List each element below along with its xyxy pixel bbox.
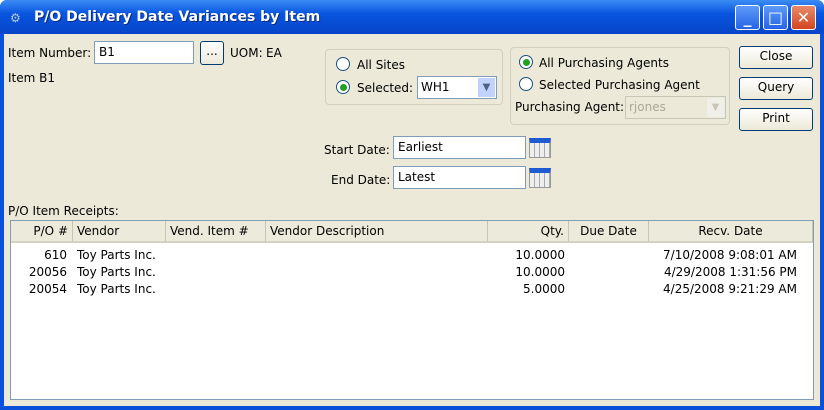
item-number-input[interactable]: B1 [94, 41, 194, 64]
cell-qty: 10.0000 [515, 265, 565, 279]
site-select[interactable]: WH1 ▼ [417, 76, 497, 99]
start-date-input[interactable]: Earliest [393, 136, 526, 159]
all-sites-radio[interactable] [336, 57, 350, 71]
end-date-input[interactable]: Latest [393, 166, 526, 189]
item-lookup-button[interactable]: ... [200, 41, 224, 65]
title-bar: ⚙ P/O Delivery Date Variances by Item _ … [0, 0, 824, 34]
column-header-vendor[interactable]: Vendor [73, 221, 166, 243]
client-area: Item Number: B1 ... UOM: EA Item B1 All … [4, 34, 820, 406]
column-header-qty[interactable]: Qty. [488, 221, 569, 243]
end-date-label: End Date: [331, 173, 391, 187]
cell-vendor: Toy Parts Inc. [77, 248, 156, 262]
uom-value: EA [266, 46, 282, 60]
cell-recv-date: 7/10/2008 9:08:01 AM [663, 248, 797, 262]
uom-label: UOM: [230, 46, 263, 60]
window-title: P/O Delivery Date Variances by Item [34, 9, 321, 25]
column-header-due-date[interactable]: Due Date [569, 221, 649, 243]
chevron-down-icon: ▼ [707, 98, 724, 117]
cell-recv-date: 4/29/2008 1:31:56 PM [663, 265, 797, 279]
start-date-label: Start Date: [324, 143, 390, 157]
receipts-label: P/O Item Receipts: [8, 204, 119, 218]
purchasing-agent-label: Purchasing Agent: [515, 100, 625, 114]
column-header-recv-date[interactable]: Recv. Date [649, 221, 813, 243]
app-icon: ⚙ [10, 11, 21, 25]
all-sites-label: All Sites [357, 58, 405, 72]
column-header-po[interactable]: P/O # [11, 221, 73, 243]
cell-recv-date: 4/25/2008 9:21:29 AM [663, 282, 797, 296]
all-agents-radio[interactable] [519, 55, 533, 69]
chevron-down-icon: ▼ [478, 78, 495, 97]
item-number-label: Item Number: [8, 46, 92, 60]
agent-select-value: rjones [629, 100, 666, 114]
purchasing-agent-select[interactable]: rjones ▼ [625, 96, 726, 119]
agents-group: All Purchasing Agents Selected Purchasin… [510, 47, 730, 125]
window: ⚙ P/O Delivery Date Variances by Item _ … [0, 0, 824, 410]
cell-qty: 5.0000 [523, 282, 565, 296]
column-header-vend-item[interactable]: Vend. Item # [166, 221, 266, 243]
column-header-vendor-description[interactable]: Vendor Description [266, 221, 488, 243]
receipts-table: P/O # Vendor Vend. Item # Vendor Descrip… [10, 220, 814, 400]
selected-agent-label: Selected Purchasing Agent [539, 78, 700, 92]
window-close-button[interactable]: ✕ [791, 5, 816, 30]
table-row[interactable]: 20054 Toy Parts Inc. 5.0000 4/25/2008 9:… [11, 282, 813, 299]
selected-agent-radio[interactable] [519, 77, 533, 91]
cell-vendor: Toy Parts Inc. [77, 265, 156, 279]
close-button[interactable]: Close [739, 46, 813, 69]
site-select-value: WH1 [421, 80, 450, 94]
sites-group: All Sites Selected: WH1 ▼ [325, 49, 503, 105]
selected-site-label: Selected: [357, 81, 414, 95]
cell-qty: 10.0000 [515, 248, 565, 262]
table-row[interactable]: 610 Toy Parts Inc. 10.0000 7/10/2008 9:0… [11, 248, 813, 265]
calendar-icon[interactable] [529, 168, 551, 188]
cell-vendor: Toy Parts Inc. [77, 282, 156, 296]
minimize-button[interactable]: _ [735, 5, 760, 30]
selected-site-radio[interactable] [336, 80, 350, 94]
maximize-button[interactable]: □ [763, 5, 788, 30]
cell-po: 610 [44, 248, 67, 262]
cell-po: 20054 [28, 282, 67, 296]
cell-po: 20056 [28, 265, 67, 279]
query-button[interactable]: Query [739, 77, 813, 100]
all-agents-label: All Purchasing Agents [539, 56, 669, 70]
calendar-icon[interactable] [529, 138, 551, 158]
table-row[interactable]: 20056 Toy Parts Inc. 10.0000 4/29/2008 1… [11, 265, 813, 282]
print-button[interactable]: Print [739, 108, 813, 131]
item-description: Item B1 [8, 71, 55, 85]
